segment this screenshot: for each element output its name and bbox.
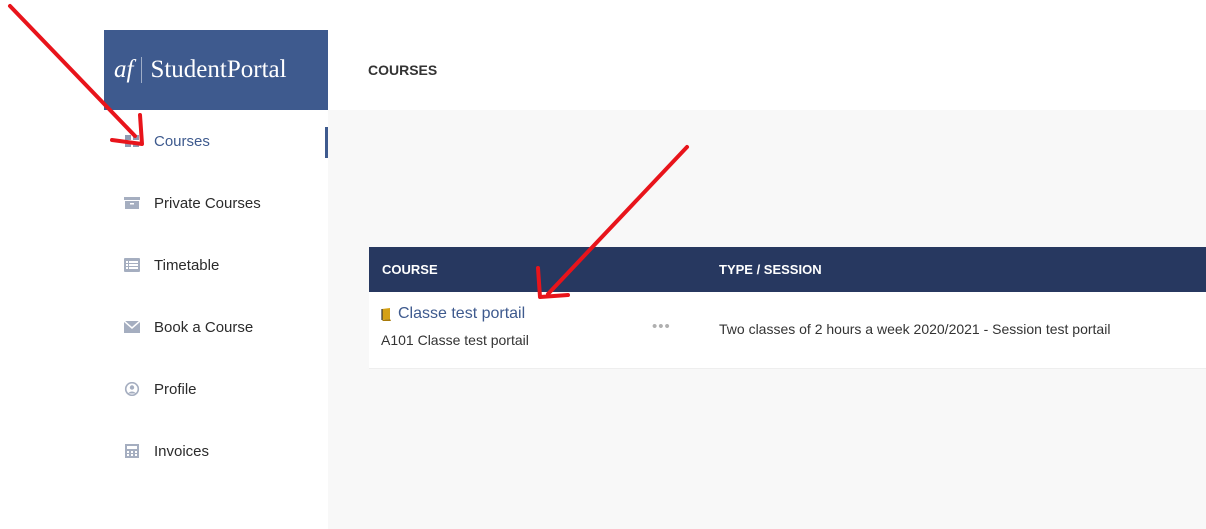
brand-name: StudentPortal <box>150 56 287 83</box>
sidebar-item-private-courses[interactable]: Private Courses <box>104 172 328 234</box>
sidebar-item-label: Profile <box>154 380 197 398</box>
page-title: COURSES <box>368 62 438 78</box>
list-icon <box>124 258 140 272</box>
calculator-icon <box>125 444 139 458</box>
archive-icon <box>124 197 140 209</box>
sidebar-item-invoices[interactable]: Invoices <box>104 420 328 482</box>
column-header-course: COURSE <box>382 262 438 277</box>
sidebar-item-courses[interactable]: Courses <box>104 110 328 172</box>
sidebar-item-timetable[interactable]: Timetable <box>104 234 328 296</box>
sidebar-nav: Courses Private Courses Timetable Book a… <box>104 110 328 482</box>
main-content: COURSES COURSE TYPE / SESSION Classe tes… <box>328 30 1206 529</box>
brand-logo[interactable]: af StudentPortal <box>104 30 328 110</box>
sidebar: af StudentPortal Courses Private Courses <box>104 30 328 529</box>
sidebar-item-label: Book a Course <box>154 318 254 336</box>
course-title-link[interactable]: Classe test portail <box>381 305 525 323</box>
table-row[interactable]: Classe test portail A101 Classe test por… <box>369 292 1206 369</box>
sidebar-item-profile[interactable]: Profile <box>104 358 328 420</box>
envelope-icon <box>124 320 140 333</box>
sidebar-item-label: Timetable <box>154 256 220 274</box>
top-bar: COURSES <box>328 30 1206 110</box>
af-logo: af <box>114 56 134 83</box>
courses-table: COURSE TYPE / SESSION Classe test portai… <box>369 247 1206 369</box>
course-code: A101 Classe test portail <box>381 332 529 348</box>
course-session: Two classes of 2 hours a week 2020/2021 … <box>719 321 1111 337</box>
user-icon <box>124 382 140 396</box>
column-header-type-session: TYPE / SESSION <box>719 262 822 277</box>
book-icon <box>381 307 391 321</box>
more-options-button[interactable]: ••• <box>652 318 671 335</box>
sidebar-item-book-a-course[interactable]: Book a Course <box>104 296 328 358</box>
sidebar-item-label: Invoices <box>154 442 210 460</box>
logo-divider <box>141 57 143 83</box>
table-header: COURSE TYPE / SESSION <box>369 247 1206 292</box>
grid-icon <box>125 135 139 147</box>
sidebar-item-label: Private Courses <box>154 194 261 212</box>
sidebar-item-label: Courses <box>154 132 210 150</box>
course-title-text[interactable]: Classe test portail <box>398 305 525 323</box>
